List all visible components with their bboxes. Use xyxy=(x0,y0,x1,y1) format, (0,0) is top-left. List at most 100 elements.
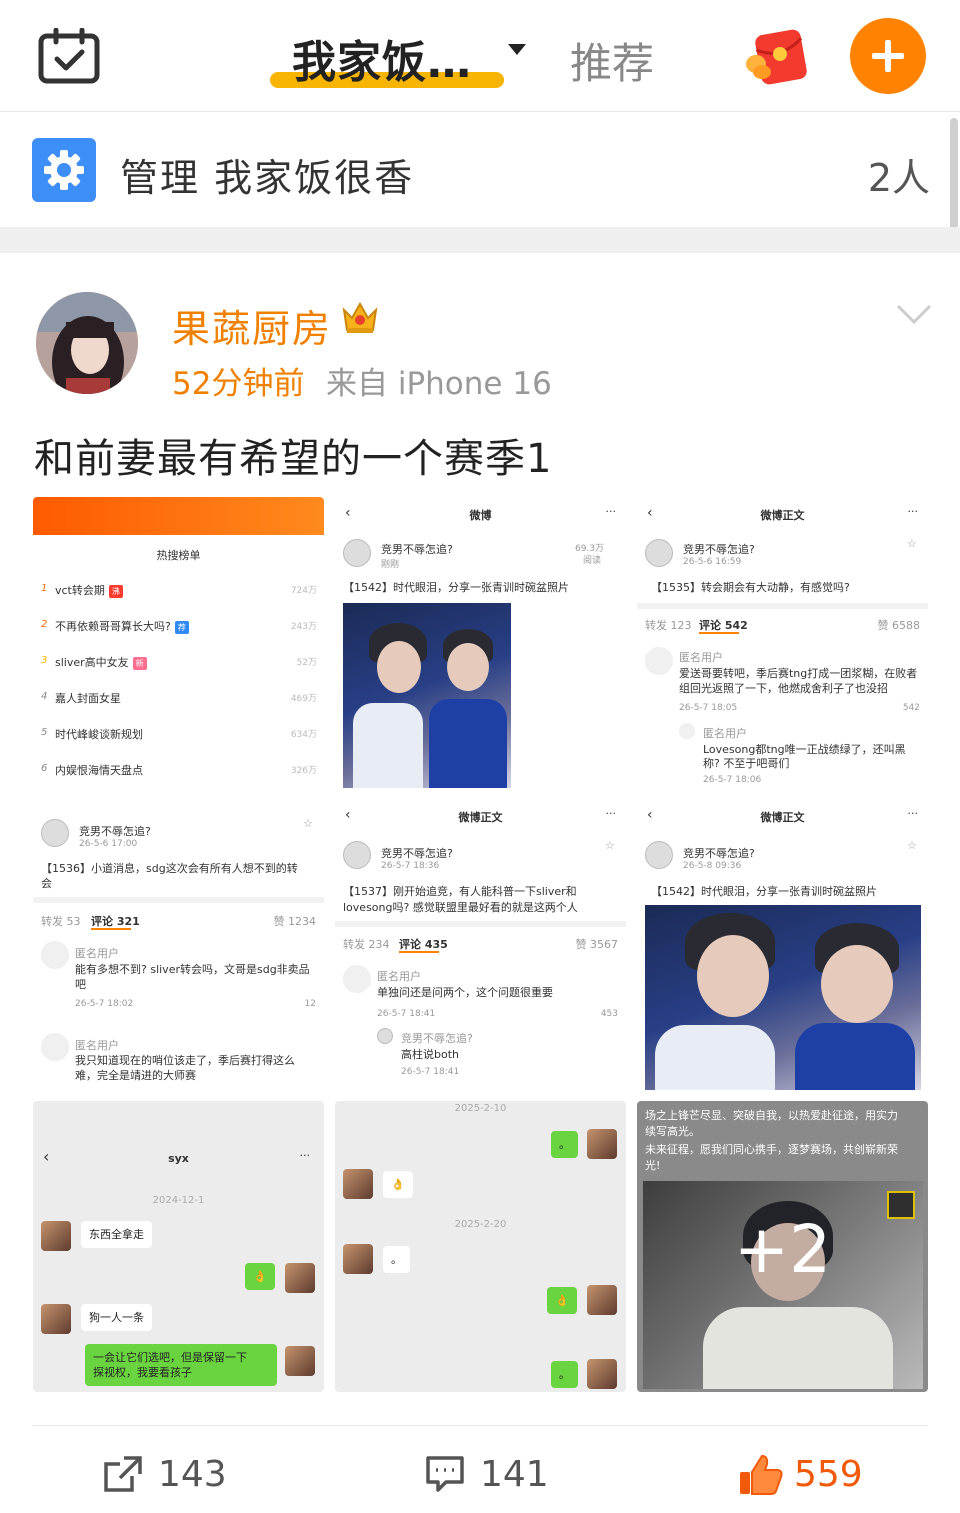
screenshot-time: 26-5-6 17:00 xyxy=(79,839,138,849)
post-image-5[interactable]: ‹ 微博正文 ··· 竞男不辱怎追? 26-5-7 18:36 ☆ 【1537】… xyxy=(335,799,626,1090)
avatar xyxy=(377,1028,393,1044)
chevron-down-icon[interactable] xyxy=(508,44,526,55)
my-avatar xyxy=(285,1346,315,1376)
comment-count: 评论 542 xyxy=(699,619,748,632)
comment-text: 爱送哥要转吧，季后赛tng打成一团浆糊，在败者 xyxy=(679,667,918,680)
avatar xyxy=(41,941,69,969)
chat-date: 2024-12-1 xyxy=(152,1195,205,1206)
comment-icon xyxy=(426,1456,464,1492)
group-manage-bar[interactable]: 管理 我家饭很香 2人 xyxy=(0,113,960,227)
comment-text: 能有多想不到? sliver转会吗，文哥是sdg非卖品 xyxy=(75,963,310,976)
chat-date: 2025-2-20 xyxy=(454,1219,507,1230)
comment-time: 26-5-7 18:05 xyxy=(679,703,738,713)
comment-time: 26-5-7 18:41 xyxy=(377,1009,436,1019)
comment-time: 26-5-7 18:41 xyxy=(401,1067,460,1077)
star-icon: ☆ xyxy=(907,839,917,852)
star-icon: ☆ xyxy=(907,537,917,550)
screenshot-text: 【1542】时代眼泪，分享一张青训时碗盆照片 xyxy=(651,885,877,898)
chat-message: 。 xyxy=(551,1131,578,1158)
scrollbar[interactable] xyxy=(950,118,958,242)
screenshot-time: 刚刚 xyxy=(381,560,400,570)
author-name[interactable]: 果蔬厨房 xyxy=(172,298,332,353)
comment-text: 单独问还是问两个，这个问题很重要 xyxy=(377,986,553,999)
repost-count: 转发 53 xyxy=(41,915,81,928)
post-image-6[interactable]: ‹ 微博正文 ··· 竞男不辱怎追? 26-5-8 09:36 ☆ 【1542】… xyxy=(637,799,928,1090)
chat-message: 。 xyxy=(383,1246,410,1273)
screenshot-title: 微博正文 xyxy=(760,811,805,824)
chat-message: 。 xyxy=(551,1361,578,1388)
tab-recommend[interactable]: 推荐 xyxy=(570,30,654,91)
more-icon: ··· xyxy=(299,1149,311,1162)
screenshot-time: 26-5-7 18:36 xyxy=(381,861,440,871)
screenshot-user: 竞男不辱怎追? xyxy=(381,847,453,860)
calendar-check-icon[interactable] xyxy=(38,28,100,84)
screenshot-time: 26-5-8 09:36 xyxy=(683,861,742,871)
post-image-3[interactable]: ‹ 微博正文 ··· 竞男不辱怎追? 26-5-6 16:59 ☆ 【1535】… xyxy=(637,497,928,788)
repost-count: 转发 123 xyxy=(645,619,692,632)
training-photo xyxy=(645,905,921,1090)
more-images-count[interactable]: +2 xyxy=(637,1211,928,1288)
screenshot-user: 竞男不辱怎追? xyxy=(683,847,755,860)
more-icon: ··· xyxy=(907,807,919,820)
chat-message: 东西全拿走 xyxy=(81,1221,152,1248)
post-image-9[interactable]: 场之上锋芒尽显、突破自我，以热爱赴征途，用实力 续写高光。 未来征程，愿我们同心… xyxy=(637,1101,928,1392)
contact-avatar xyxy=(41,1221,71,1251)
comment-likes: 542 xyxy=(902,703,920,713)
hot-list-item: 2 不再依赖哥哥算长大吗? 荐 243万 xyxy=(41,619,317,634)
contact-avatar xyxy=(343,1244,373,1274)
screenshot-user: 竞男不辱怎追? xyxy=(683,543,755,556)
comment-count: 评论 435 xyxy=(399,938,448,951)
promo-text: 光! xyxy=(645,1159,661,1172)
post-image-1[interactable]: 热搜榜单 1 vct转会期沸 724万 2 不再依赖哥哥算长大吗? 荐 243万 … xyxy=(33,497,324,788)
post-image-8[interactable]: 2025-2-10 。 👌 2025-2-20 。 👌 。 xyxy=(335,1101,626,1392)
contact-avatar xyxy=(343,1169,373,1199)
chevron-down-icon[interactable] xyxy=(896,300,932,330)
screenshot-time: 26-5-6 16:59 xyxy=(683,557,742,567)
comment-likes: 12 xyxy=(304,999,316,1009)
avatar xyxy=(343,539,371,567)
avatar xyxy=(645,539,673,567)
top-nav-bar: 我家饭… 推荐 xyxy=(0,0,960,112)
my-avatar xyxy=(587,1129,617,1159)
share-icon xyxy=(104,1456,142,1492)
comment-user: 匿名用户 xyxy=(75,947,119,960)
comment-user: 竞男不辱怎追? xyxy=(401,1032,473,1045)
hot-list-item: 3 sliver高中女友新 52万 xyxy=(41,655,317,670)
promo-text: 续写高光。 xyxy=(645,1125,700,1138)
hot-list-item: 4 嘉人封面女星 469万 xyxy=(41,691,317,705)
comment-count: 评论 321 xyxy=(91,915,140,928)
add-button[interactable] xyxy=(850,18,926,94)
post-image-7[interactable]: ‹ syx ··· 2024-12-1 东西全拿走 👌 狗一人一条 一会让它们选… xyxy=(33,1101,324,1392)
share-count: 143 xyxy=(158,1454,227,1495)
screenshot-text: 【1536】小道消息，sdg这次会有所有人想不到的转 xyxy=(41,862,298,875)
avatar xyxy=(343,841,371,869)
screenshot-text: lovesong吗? 感觉联盟里最好看的就是这两个人 xyxy=(343,901,578,914)
comment-user: 匿名用户 xyxy=(377,970,421,983)
comment-user: 匿名用户 xyxy=(679,651,723,664)
post-image-4[interactable]: 竞男不辱怎追? 26-5-6 17:00 ☆ 【1536】小道消息，sdg这次会… xyxy=(33,799,324,1090)
post-time: 52分钟前 xyxy=(172,366,305,402)
like-count: 赞 3567 xyxy=(575,938,619,951)
more-icon: ··· xyxy=(605,807,617,820)
author-avatar[interactable] xyxy=(36,292,138,394)
chat-message: 👌 xyxy=(547,1287,577,1314)
post-image-2[interactable]: ‹ 微博 ··· 竞男不辱怎追? 刚刚 69.3万 阅读 【1542】时代眼泪，… xyxy=(335,497,626,788)
post-text: 和前妻最有希望的一个赛季1 xyxy=(34,436,553,482)
tab-my-group[interactable]: 我家饭… xyxy=(292,26,472,90)
like-count: 559 xyxy=(794,1454,863,1495)
screenshot-title: 微博正文 xyxy=(760,509,805,522)
my-avatar xyxy=(285,1263,315,1293)
my-avatar xyxy=(587,1359,617,1389)
chat-message: 一会让它们选吧，但是保留一下 探视权，我要看孩子 xyxy=(85,1344,277,1386)
comment-text: 难，完全是靖进的大师赛 xyxy=(75,1069,196,1082)
avatar xyxy=(343,965,371,993)
more-icon: ··· xyxy=(907,505,919,518)
screenshot-user: 竞男不辱怎追? xyxy=(79,825,151,838)
screenshot-title: 微博正文 xyxy=(458,811,503,824)
screenshot-text: 【1537】刚开始追竞，有人能科普一下sliver和 xyxy=(343,885,577,898)
red-packet-icon[interactable] xyxy=(744,24,810,88)
comment-text: 吧 xyxy=(75,978,86,991)
comment-time: 26-5-7 18:06 xyxy=(703,775,762,785)
comment-user: 匿名用户 xyxy=(75,1039,119,1052)
group-member-count[interactable]: 2人 xyxy=(868,147,930,202)
